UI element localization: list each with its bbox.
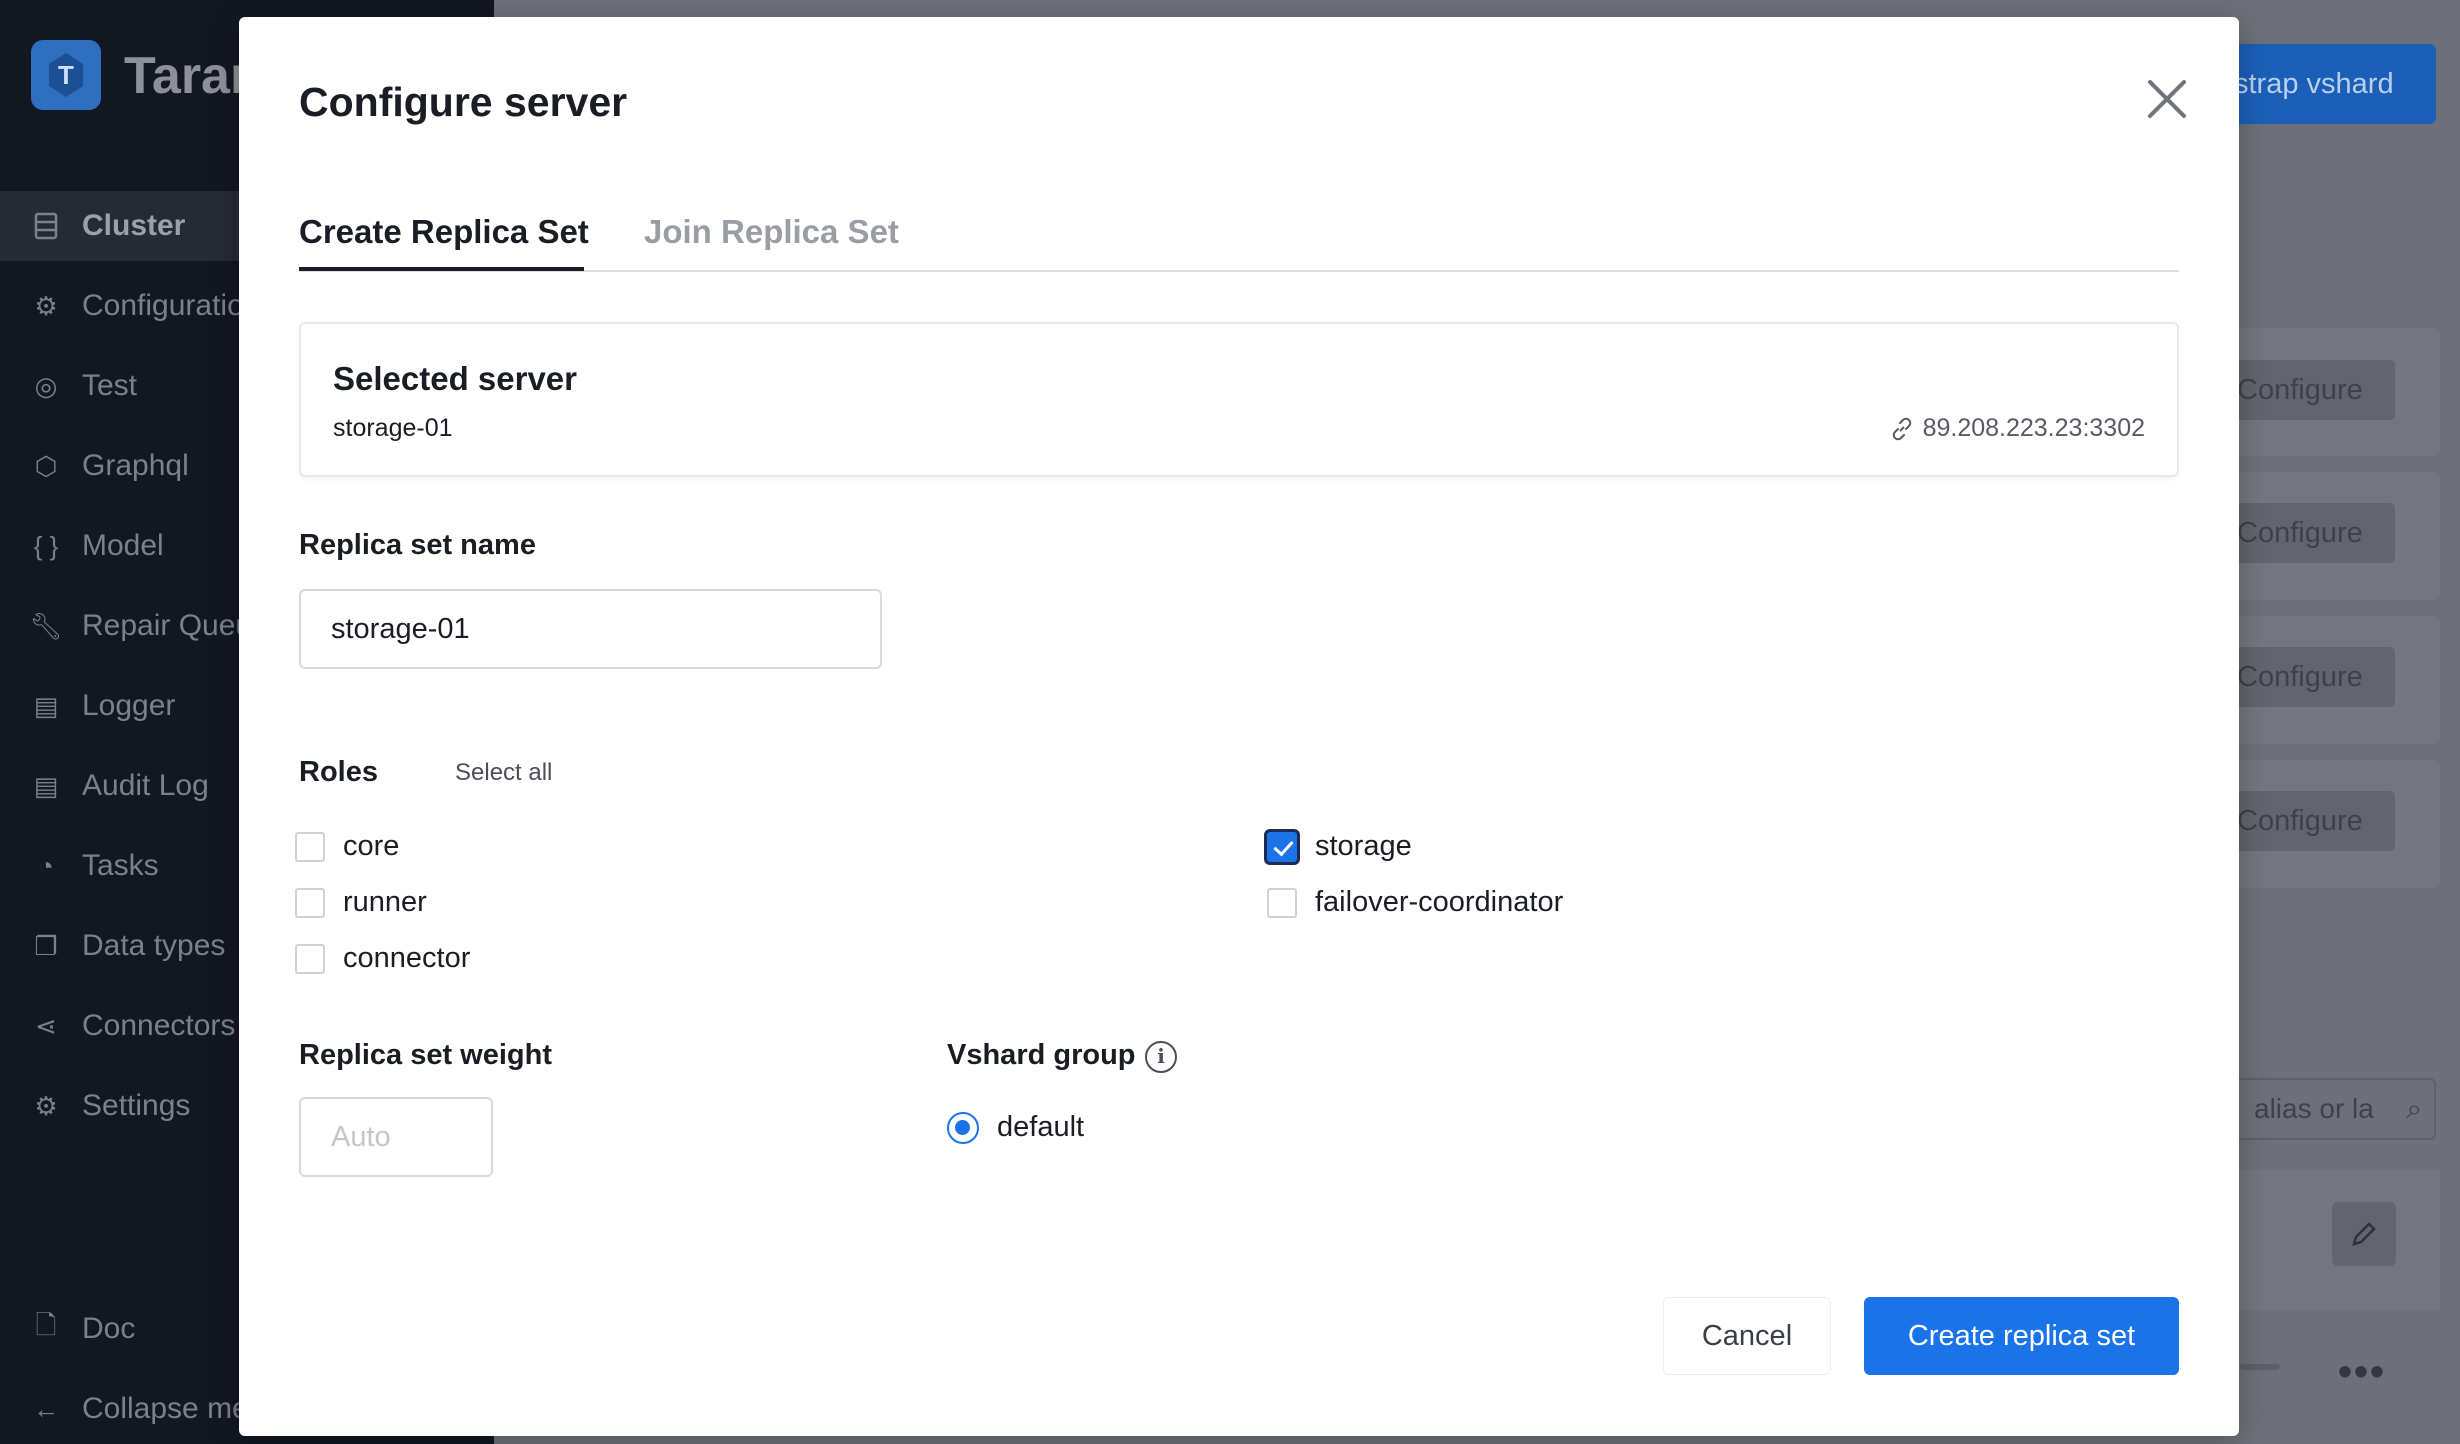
selected-server-name: storage-01 — [333, 414, 453, 442]
search-input[interactable]: alias or la ⌕ — [2230, 1078, 2436, 1140]
replica-set-name-label: Replica set name — [299, 529, 536, 561]
sidebar-item-label: Graphql — [82, 449, 189, 482]
tabs: Create Replica Set Join Replica Set — [299, 187, 2179, 272]
sidebar-item-label: Audit Log — [82, 769, 209, 802]
search-icon: ⌕ — [2406, 1093, 2422, 1124]
radio-selected[interactable] — [947, 1111, 979, 1144]
sidebar-item-label: Connectors — [82, 1009, 236, 1042]
modal-title: Configure server — [299, 79, 628, 125]
replica-set-name-input[interactable]: storage-01 — [299, 589, 882, 669]
tasks-icon: ◔ — [38, 850, 54, 881]
role-failover-coordinator[interactable]: failover-coordinator — [1267, 886, 1563, 919]
replica-set-weight-label: Replica set weight — [299, 1039, 553, 1071]
cluster-icon — [32, 212, 60, 240]
settings-icon: ⚙ — [34, 1090, 58, 1121]
info-icon[interactable]: i — [1145, 1041, 1177, 1073]
sidebar-item-label: Doc — [82, 1312, 136, 1345]
role-runner[interactable]: runner — [295, 886, 427, 919]
arrow-left-icon: ← — [33, 1393, 59, 1424]
checkbox[interactable] — [295, 943, 325, 974]
divider — [2240, 1364, 2280, 1370]
role-label: core — [343, 830, 400, 862]
configure-button[interactable]: Configure — [2225, 360, 2395, 420]
logo-icon: T — [31, 40, 101, 110]
selected-server-title: Selected server — [333, 360, 578, 397]
create-replica-set-button[interactable]: Create replica set — [1864, 1297, 2179, 1375]
audit-log-icon: ▤ — [33, 770, 59, 801]
connectors-icon: ⋖ — [35, 1010, 57, 1041]
sidebar-item-label: Configuratio — [82, 289, 244, 322]
replica-set-weight-input[interactable]: Auto — [299, 1097, 493, 1177]
sidebar-item-label: Model — [82, 529, 164, 562]
close-icon[interactable] — [2141, 73, 2193, 125]
checkbox[interactable] — [295, 887, 325, 918]
edit-button[interactable] — [2332, 1202, 2396, 1266]
checkbox[interactable] — [1267, 887, 1297, 918]
wrench-icon: 🔧︎ — [29, 610, 63, 641]
test-icon: ◎ — [34, 370, 58, 401]
server-row — [2220, 1170, 2440, 1310]
more-icon[interactable]: ••• — [2338, 1350, 2386, 1395]
gear-icon: ⚙ — [34, 290, 58, 321]
role-core[interactable]: core — [295, 830, 399, 863]
role-label: failover-coordinator — [1315, 886, 1564, 918]
roles-label: Roles — [299, 756, 378, 788]
role-label: runner — [343, 886, 427, 918]
configure-button[interactable]: Configure — [2225, 791, 2395, 851]
sidebar-item-label: Settings — [82, 1089, 191, 1122]
role-label: connector — [343, 942, 471, 974]
sidebar-item-label: Repair Queu — [82, 609, 253, 642]
tab-create-replica-set[interactable]: Create Replica Set — [299, 213, 589, 251]
radio-label: default — [997, 1111, 1085, 1143]
doc-icon: 🗋︎ — [35, 1310, 57, 1340]
braces-icon: { } — [33, 530, 59, 561]
configure-button[interactable]: Configure — [2225, 503, 2395, 563]
vshard-group-option-default[interactable]: default — [947, 1111, 1084, 1144]
sidebar-item-label: Test — [82, 369, 138, 402]
link-icon — [1892, 417, 1911, 440]
logger-icon: ▤ — [33, 690, 59, 721]
graphql-icon: ⬡ — [34, 450, 58, 481]
data-types-icon: ❐ — [34, 930, 58, 961]
checkbox[interactable] — [295, 831, 325, 862]
selected-server-uri: 89.208.223.23:3302 — [1889, 414, 2145, 443]
role-storage[interactable]: storage — [1267, 830, 1412, 863]
checkbox-checked[interactable] — [1267, 831, 1297, 862]
role-connector[interactable]: connector — [295, 942, 470, 975]
sidebar-item-label: Collapse me — [82, 1392, 249, 1425]
sidebar-item-label: Logger — [82, 689, 176, 722]
configure-server-modal: Configure server Create Replica Set Join… — [239, 17, 2239, 1436]
sidebar-item-label: Cluster — [82, 209, 186, 242]
role-label: storage — [1315, 830, 1412, 862]
cancel-button[interactable]: Cancel — [1663, 1297, 1831, 1375]
sidebar-item-label: Tasks — [82, 849, 159, 882]
sidebar-item-label: Data types — [82, 929, 226, 962]
tab-join-replica-set[interactable]: Join Replica Set — [644, 213, 899, 251]
active-tab-indicator — [299, 267, 584, 271]
pencil-icon — [2352, 1222, 2376, 1246]
vshard-group-label: Vshard group — [947, 1039, 1136, 1071]
selected-server-card: Selected server storage-01 89.208.223.23… — [299, 322, 2179, 477]
select-all-button[interactable]: Select all — [455, 759, 552, 787]
configure-button[interactable]: Configure — [2225, 647, 2395, 707]
